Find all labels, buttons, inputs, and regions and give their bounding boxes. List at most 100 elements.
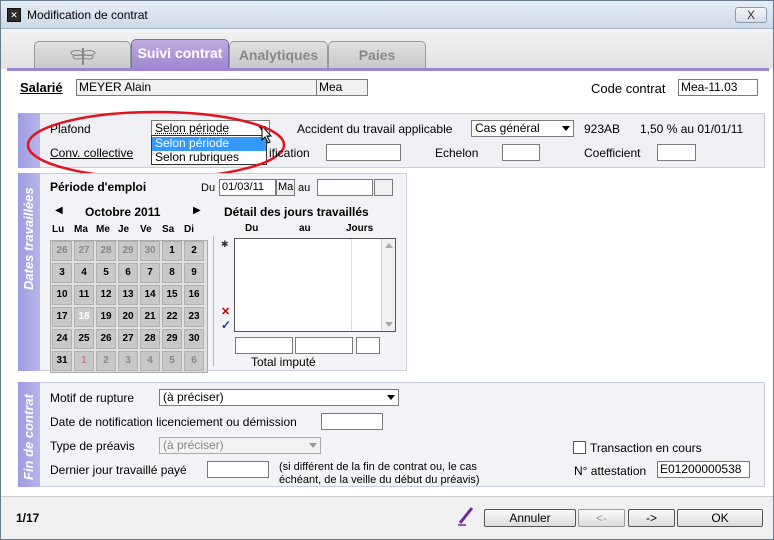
total-jours-field xyxy=(356,337,380,354)
scroll-down-icon[interactable] xyxy=(385,322,393,327)
calendar-day[interactable]: 18 xyxy=(74,307,94,327)
dernier-jour-field[interactable] xyxy=(207,461,269,478)
code-contrat-field[interactable]: Mea-11.03 xyxy=(678,79,758,96)
prev-button[interactable]: <- xyxy=(578,509,625,527)
calendar-day[interactable]: 14 xyxy=(140,285,160,305)
calendar-day[interactable]: 9 xyxy=(184,263,204,283)
transaction-checkbox[interactable] xyxy=(573,441,586,454)
du-label: Du xyxy=(201,182,216,194)
echelon-label: Echelon xyxy=(435,146,479,160)
page-counter: 1/17 xyxy=(16,511,40,525)
dernier-jour-label: Dernier jour travaillé payé xyxy=(50,463,187,477)
calendar-day[interactable]: 17 xyxy=(52,307,72,327)
red-highlight-ellipse xyxy=(26,110,286,180)
tab-suivi-contrat[interactable]: Suivi contrat xyxy=(131,39,229,69)
qualification-field[interactable] xyxy=(326,144,401,161)
attestation-label: N° attestation xyxy=(574,464,647,478)
tab-analytiques[interactable]: Analytiques xyxy=(229,41,328,69)
calendar-day[interactable]: 10 xyxy=(52,285,72,305)
annuler-button[interactable]: Annuler xyxy=(484,509,576,527)
conv-collective-label[interactable]: Conv. collective xyxy=(50,146,133,160)
calendar-day[interactable]: 30 xyxy=(140,241,160,261)
insert-icon[interactable]: ✱ xyxy=(221,239,229,250)
detail-list[interactable] xyxy=(234,238,396,332)
calendar-day[interactable]: 16 xyxy=(184,285,204,305)
total-impute-label: Total imputé xyxy=(251,355,316,369)
coefficient-label: Coefficient xyxy=(584,146,641,160)
fin-vertical-label: Fin de contrat xyxy=(21,394,36,480)
title-bar: ✕ Modification de contrat X xyxy=(1,1,773,29)
calendar-day[interactable]: 4 xyxy=(140,351,160,371)
calendar-day[interactable]: 5 xyxy=(162,351,182,371)
calendar-prev-icon[interactable]: ◀ xyxy=(55,205,63,216)
next-button[interactable]: -> xyxy=(628,509,675,527)
periode-label: Période d'emploi xyxy=(50,180,147,194)
calendar-day[interactable]: 11 xyxy=(74,285,94,305)
calendar-weekday: Ve xyxy=(140,224,152,235)
detail-col-au: au xyxy=(299,223,311,234)
calendar-day[interactable]: 5 xyxy=(96,263,116,283)
calendar-day[interactable]: 29 xyxy=(162,329,182,349)
calendar-day[interactable]: 1 xyxy=(74,351,94,371)
calendar-day[interactable]: 3 xyxy=(52,263,72,283)
calendar-divider xyxy=(213,236,214,366)
calendar-day[interactable]: 2 xyxy=(96,351,116,371)
calendar-day[interactable]: 26 xyxy=(96,329,116,349)
calendar-day[interactable]: 12 xyxy=(96,285,116,305)
calendar-day[interactable]: 26 xyxy=(52,241,72,261)
calendar-day[interactable]: 24 xyxy=(52,329,72,349)
motif-select[interactable]: (à préciser) xyxy=(159,389,399,406)
coefficient-field[interactable] xyxy=(657,144,696,161)
accident-value: Cas général xyxy=(475,121,540,135)
tab-icon[interactable] xyxy=(34,41,131,69)
attestation-field[interactable]: E01200000538 xyxy=(657,461,750,478)
calendar-day[interactable]: 3 xyxy=(118,351,138,371)
du-day-field: Ma xyxy=(276,179,295,196)
notification-date-field[interactable] xyxy=(321,413,383,430)
au-date-field[interactable] xyxy=(317,179,373,196)
calendar-day[interactable]: 22 xyxy=(162,307,182,327)
calendar-day[interactable]: 27 xyxy=(74,241,94,261)
accident-select[interactable]: Cas général xyxy=(471,120,574,137)
calendar-day[interactable]: 30 xyxy=(184,329,204,349)
du-date-field[interactable]: 01/03/11 xyxy=(219,179,276,196)
calendar-day[interactable]: 20 xyxy=(118,307,138,327)
detail-scrollbar[interactable] xyxy=(381,239,395,331)
calendar-day[interactable]: 15 xyxy=(162,285,182,305)
calendar-day[interactable]: 4 xyxy=(74,263,94,283)
motif-label: Motif de rupture xyxy=(50,391,135,405)
calendar-day[interactable]: 19 xyxy=(96,307,116,327)
calendar-day[interactable]: 27 xyxy=(118,329,138,349)
preavis-select[interactable]: (à préciser) xyxy=(159,437,321,454)
calendar-day[interactable]: 28 xyxy=(140,329,160,349)
calendar-day[interactable]: 28 xyxy=(96,241,116,261)
calendar-day[interactable]: 1 xyxy=(162,241,182,261)
scroll-up-icon[interactable] xyxy=(385,243,393,248)
tab-paies[interactable]: Paies xyxy=(328,41,426,69)
salarie-name-field[interactable]: MEYER Alain xyxy=(76,79,317,96)
calendar-day[interactable]: 31 xyxy=(52,351,72,371)
calendar-day[interactable]: 8 xyxy=(162,263,182,283)
echelon-field[interactable] xyxy=(502,144,540,161)
calendar-next-icon[interactable]: ▶ xyxy=(193,205,201,216)
tab-bar: Suivi contrat Analytiques Paies xyxy=(1,29,773,69)
calendar-day[interactable]: 21 xyxy=(140,307,160,327)
preavis-label: Type de préavis xyxy=(50,439,135,453)
calendar-day[interactable]: 23 xyxy=(184,307,204,327)
ok-button[interactable]: OK xyxy=(677,509,763,527)
calendar-day[interactable]: 6 xyxy=(184,351,204,371)
salarie-label[interactable]: Salarié xyxy=(20,80,63,95)
validate-check-icon[interactable]: ✓ xyxy=(221,318,231,332)
calendar-day[interactable]: 7 xyxy=(140,263,160,283)
delete-icon[interactable]: ✕ xyxy=(221,305,230,318)
calendar-day[interactable]: 25 xyxy=(74,329,94,349)
salarie-code-field[interactable]: Mea xyxy=(316,79,368,96)
calendar-day[interactable]: 2 xyxy=(184,241,204,261)
tab-underline xyxy=(7,68,769,71)
edit-pen-icon[interactable] xyxy=(456,505,476,527)
close-button[interactable]: X xyxy=(735,7,767,23)
calendar-day[interactable]: 6 xyxy=(118,263,138,283)
calendar-day[interactable]: 13 xyxy=(118,285,138,305)
calendar-day[interactable]: 29 xyxy=(118,241,138,261)
dernier-jour-note-1: (si différent de la fin de contrat ou, l… xyxy=(279,461,477,473)
